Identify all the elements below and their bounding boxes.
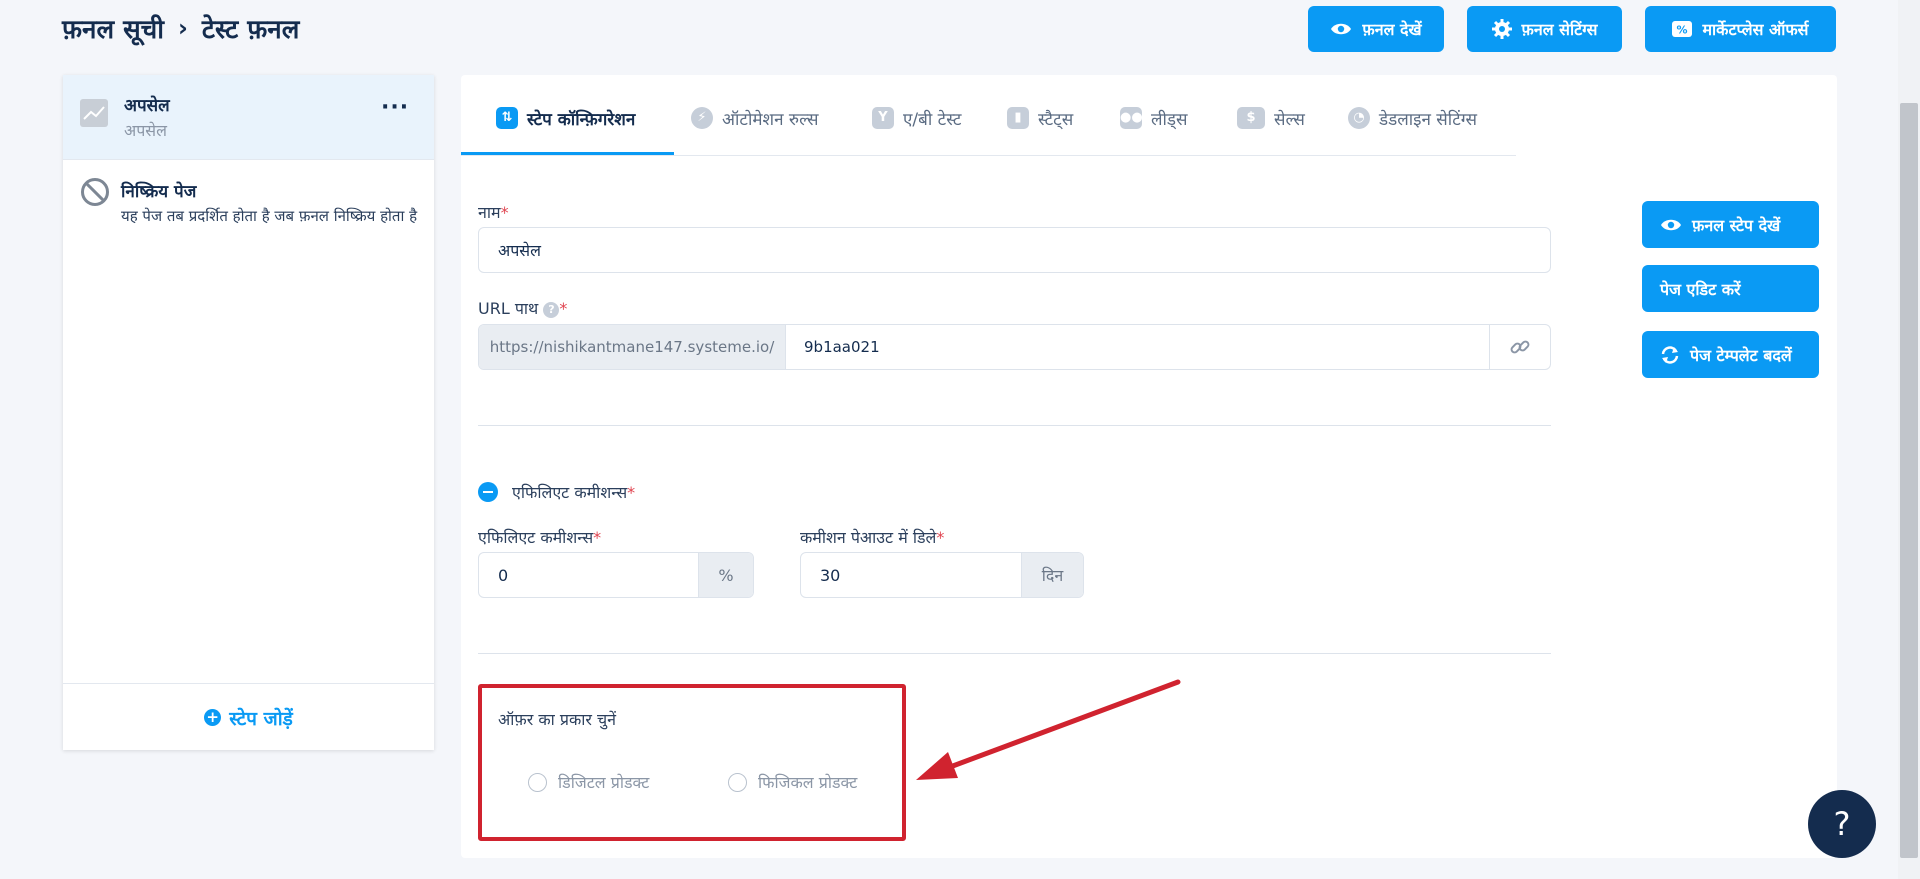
view-step-label: फ़नल स्टेप देखें [1692,215,1781,235]
view-funnel-label: फ़नल देखें [1362,20,1422,39]
affiliate-section-label: एफिलिएट कमीशन्स* [512,481,635,503]
tab-label: ऑटोमेशन रुल्स [722,109,819,130]
edit-page-button[interactable]: पेज एडिट करें [1642,265,1819,312]
tab-automation-rules[interactable]: ⚡ ऑटोमेशन रुल्स [691,103,818,133]
help-button[interactable]: ? [1808,790,1876,858]
svg-text:%: % [1677,24,1688,37]
step-subtitle: अपसेल [124,121,167,140]
refresh-icon [1661,345,1679,364]
annotation-highlight-box [478,684,906,841]
gear-icon [1491,19,1512,39]
url-label-text: URL पाथ [478,299,539,318]
affiliate-section-text: एफिलिएट कमीशन्स [512,483,628,502]
annotation-arrow-icon [916,679,1181,780]
required-marker: * [593,528,602,547]
prohibited-icon [81,178,109,206]
divider [478,425,1551,426]
tab-sales[interactable]: $ सेल्स [1237,103,1305,133]
tab-label: लीड्स [1151,109,1188,130]
tab-label: ए/बी टेस्ट [903,109,962,130]
marketplace-offers-label: मार्केटप्लेस ऑफर्स [1702,20,1809,39]
bar-chart-icon: ▮ [1007,107,1029,129]
edit-page-label: पेज एडिट करें [1660,279,1741,299]
tab-bar: ⇅ स्टेप कॉन्फ़िगरेशन ⚡ ऑटोमेशन रुल्स Y ए… [461,75,1516,156]
change-template-button[interactable]: पेज टेम्पलेट बदलें [1642,331,1819,378]
tab-label: डेडलाइन सेटिंग्स [1379,109,1478,130]
affiliate-commission-input[interactable]: 0 [479,566,698,585]
active-tab-indicator [461,152,674,155]
split-icon: Y [872,107,894,129]
payout-delay-label: कमीशन पेआउट में डिले* [800,526,944,548]
url-path-input-group: https://nishikantmane147.systeme.io/ 9b1… [478,324,1551,370]
url-path-label: URL पाथ ? * [478,297,567,319]
payout-delay-text: कमीशन पेआउट में डिले [800,528,937,547]
add-step-label: स्टेप जोड़ें [229,707,293,730]
affiliate-commissions-toggle[interactable]: एफिलिएट कमीशन्स* [478,481,635,503]
required-marker: * [500,203,509,222]
dollar-icon: $ [1237,107,1265,129]
view-funnel-button[interactable]: फ़नल देखें [1308,6,1444,52]
days-unit: दिन [1021,553,1083,597]
page-thumbnail-icon [80,99,108,127]
sliders-icon: ⇅ [496,107,518,129]
page-title: टेस्ट फ़नल [201,15,300,45]
required-marker: * [936,528,945,547]
inactive-page-description: यह पेज तब प्रदर्शित होता है जब फ़नल निष्… [121,207,418,225]
funnel-step-item[interactable]: अपसेल अपसेल ··· [63,75,434,160]
add-step-button[interactable]: + स्टेप जोड़ें [63,683,434,751]
funnel-settings-label: फ़नल सेटिंग्स [1521,20,1598,39]
tab-stats[interactable]: ▮ स्टैट्स [1007,103,1073,133]
eye-icon [1661,219,1681,230]
name-input[interactable]: अपसेल [478,227,1551,273]
step-title: अपसेल [124,96,170,116]
affiliate-commission-field-label: एफिलिएट कमीशन्स* [478,526,601,548]
bolt-icon: ⚡ [691,107,713,129]
clock-icon: ◔ [1348,107,1370,129]
inactive-page-title[interactable]: निष्क्रिय पेज [121,179,196,202]
link-icon[interactable] [1489,325,1550,369]
payout-delay-input[interactable]: 30 [801,566,1021,585]
funnel-steps-panel: अपसेल अपसेल ··· निष्क्रिय पेज यह पेज तब … [63,75,434,750]
eye-icon [1331,23,1352,35]
url-prefix: https://nishikantmane147.systeme.io/ [479,325,786,369]
required-marker: * [627,483,636,502]
payout-delay-input-group: 30 दिन [800,552,1084,598]
breadcrumb-funnel-list[interactable]: फ़नल सूची [62,10,164,46]
funnel-settings-button[interactable]: फ़नल सेटिंग्स [1467,6,1622,52]
affiliate-field-text: एफिलिएट कमीशन्स [478,528,594,547]
name-field-label: नाम* [478,201,509,223]
chevron-right-icon: › [177,14,188,42]
change-template-label: पेज टेम्पलेट बदलें [1690,345,1792,365]
tab-label: स्टैट्स [1038,109,1074,130]
plus-circle-icon: + [204,709,222,726]
percent-unit: % [698,553,753,597]
name-label-text: नाम [478,203,501,222]
users-icon: ●● [1120,107,1143,129]
divider [478,653,1551,654]
tab-deadline-settings[interactable]: ◔ डेडलाइन सेटिंग्स [1348,103,1477,133]
breadcrumb: फ़नल सूची › टेस्ट फ़नल [62,8,299,48]
marketplace-offers-button[interactable]: % मार्केटप्लेस ऑफर्स [1645,6,1836,52]
more-options-icon[interactable]: ··· [381,95,409,120]
tab-label: सेल्स [1274,109,1305,130]
url-path-input[interactable]: 9b1aa021 [786,338,1489,356]
required-marker: * [559,299,568,318]
tab-ab-test[interactable]: Y ए/बी टेस्ट [872,103,961,133]
affiliate-commission-input-group: 0 % [478,552,754,598]
help-icon[interactable]: ? [543,301,560,318]
ticket-icon: % [1672,21,1693,37]
view-funnel-step-button[interactable]: फ़नल स्टेप देखें [1642,201,1819,248]
tab-leads[interactable]: ●● लीड्स [1120,103,1188,133]
scrollbar-thumb[interactable] [1900,103,1918,858]
collapse-minus-icon [478,482,498,502]
tab-label: स्टेप कॉन्फ़िगरेशन [527,109,636,130]
tab-step-configuration[interactable]: ⇅ स्टेप कॉन्फ़िगरेशन [496,103,635,133]
